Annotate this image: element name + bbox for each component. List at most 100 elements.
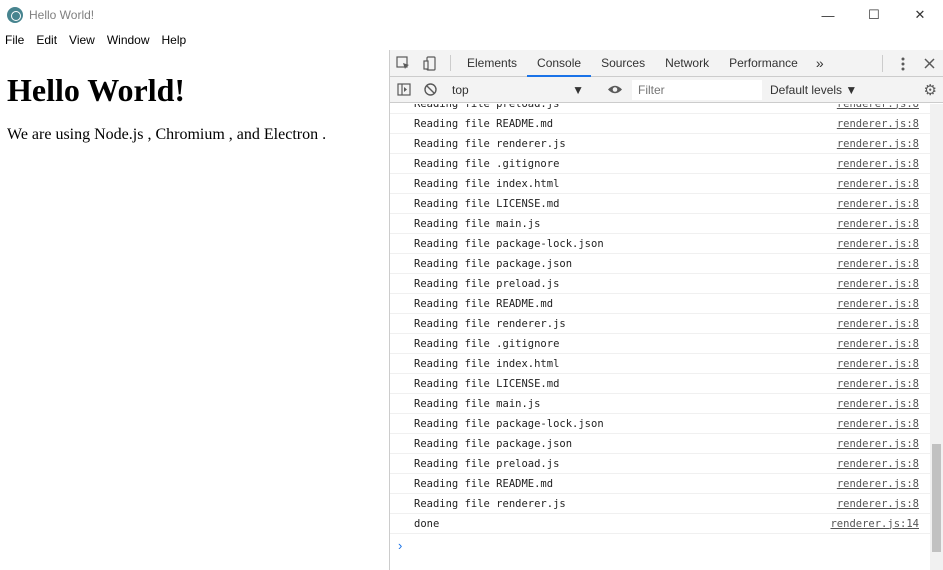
log-message: Reading file renderer.js: [414, 317, 566, 330]
more-tabs-icon[interactable]: »: [808, 50, 832, 76]
log-message: Reading file package-lock.json: [414, 417, 604, 430]
devtools-panel: Elements Console Sources Network Perform…: [389, 50, 943, 570]
show-sidebar-icon[interactable]: [390, 83, 417, 96]
console-log-row: Reading file main.js renderer.js:8: [390, 394, 931, 414]
minimize-button[interactable]: —: [805, 0, 851, 30]
log-source-link[interactable]: renderer.js:8: [837, 338, 919, 350]
maximize-button[interactable]: ☐: [851, 0, 897, 30]
log-message: Reading file renderer.js: [414, 497, 566, 510]
log-source-link[interactable]: renderer.js:8: [837, 418, 919, 430]
log-source-link[interactable]: renderer.js:8: [837, 478, 919, 490]
console-log-row: Reading file README.md renderer.js:8: [390, 294, 931, 314]
log-source-link[interactable]: renderer.js:8: [837, 258, 919, 270]
dropdown-triangle-icon: ▼: [572, 82, 584, 97]
log-message: Reading file preload.js: [414, 277, 560, 290]
console-log-row: Reading file LICENSE.md renderer.js:8: [390, 374, 931, 394]
log-source-link[interactable]: renderer.js:8: [837, 118, 919, 130]
page-content: Hello World! We are using Node.js , Chro…: [0, 50, 389, 570]
log-message: Reading file package-lock.json: [414, 237, 604, 250]
filter-input[interactable]: [632, 79, 762, 100]
log-source-link[interactable]: renderer.js:8: [837, 298, 919, 310]
log-message: Reading file README.md: [414, 117, 554, 130]
tab-performance[interactable]: Performance: [719, 50, 808, 76]
clear-console-icon[interactable]: [417, 83, 444, 96]
log-source-link[interactable]: renderer.js:8: [837, 158, 919, 170]
log-source-link[interactable]: renderer.js:8: [837, 238, 919, 250]
tab-network[interactable]: Network: [655, 50, 719, 76]
menu-edit[interactable]: Edit: [30, 30, 63, 50]
device-toggle-icon[interactable]: [417, 50, 444, 76]
log-message: Reading file main.js: [414, 217, 541, 230]
page-heading: Hello World!: [7, 72, 186, 108]
log-levels-dropdown[interactable]: Default levels ▼: [770, 83, 857, 97]
console-scrollbar[interactable]: [930, 104, 943, 570]
log-source-link[interactable]: renderer.js:8: [837, 178, 919, 190]
log-source-link[interactable]: renderer.js:8: [837, 378, 919, 390]
devtools-actions: [876, 50, 943, 77]
console-toolbar: top ▼ Default levels ▼ ⚙: [390, 77, 943, 103]
kebab-menu-icon[interactable]: [889, 50, 916, 77]
console-log-row: Reading file package.json renderer.js:8: [390, 434, 931, 454]
log-source-link[interactable]: renderer.js:14: [830, 518, 919, 530]
log-source-link[interactable]: renderer.js:8: [837, 498, 919, 510]
scrollbar-thumb[interactable]: [932, 444, 941, 552]
menu-window[interactable]: Window: [101, 30, 156, 50]
log-message: Reading file package.json: [414, 257, 573, 270]
close-button[interactable]: ✕: [897, 0, 943, 30]
log-message: Reading file index.html: [414, 177, 560, 190]
console-log-row: Reading file renderer.js renderer.js:8: [390, 134, 931, 154]
toolbar-divider: [882, 55, 883, 72]
tab-elements[interactable]: Elements: [457, 50, 527, 76]
context-selector[interactable]: top ▼: [448, 80, 588, 100]
console-output: Reading file preload.jsrenderer.js:8Read…: [390, 104, 931, 570]
console-log-row: Reading file renderer.js renderer.js:8: [390, 314, 931, 334]
log-message: Reading file README.md: [414, 297, 554, 310]
console-log-row: Reading file package-lock.json renderer.j…: [390, 234, 931, 254]
menu-view[interactable]: View: [63, 30, 101, 50]
menu-bar: File Edit View Window Help: [0, 30, 192, 50]
log-message: Reading file package.json: [414, 437, 573, 450]
log-source-link[interactable]: renderer.js:8: [837, 278, 919, 290]
log-message: Reading file .gitignore: [414, 157, 560, 170]
live-expression-eye-icon[interactable]: [601, 84, 628, 95]
window-controls: — ☐ ✕: [805, 0, 943, 30]
log-source-link[interactable]: renderer.js:8: [837, 198, 919, 210]
console-prompt[interactable]: ›: [390, 534, 931, 556]
log-source-link[interactable]: renderer.js:8: [837, 398, 919, 410]
menu-help[interactable]: Help: [156, 30, 193, 50]
electron-app-icon: [7, 7, 23, 23]
close-devtools-icon[interactable]: [916, 50, 943, 77]
console-log-row: Reading file preload.js renderer.js:8: [390, 454, 931, 474]
tab-console[interactable]: Console: [527, 50, 592, 77]
log-message: Reading file preload.js: [414, 457, 560, 470]
console-log-row: Reading file .gitignore renderer.js:8: [390, 154, 931, 174]
tab-sources[interactable]: Sources: [591, 50, 655, 76]
log-source-link[interactable]: renderer.js:8: [837, 218, 919, 230]
title-bar: Hello World! — ☐ ✕: [0, 0, 943, 30]
log-message: Reading file .gitignore: [414, 337, 560, 350]
devtools-tab-bar: Elements Console Sources Network Perform…: [390, 50, 943, 77]
console-log-row: Reading file README.md renderer.js:8: [390, 474, 931, 494]
console-log-row: Reading file preload.js renderer.js:8: [390, 104, 931, 114]
console-log-row: Reading file LICENSE.md renderer.js:8: [390, 194, 931, 214]
log-message: done: [414, 517, 440, 530]
log-source-link[interactable]: renderer.js:8: [837, 438, 919, 450]
inspect-element-icon[interactable]: [390, 50, 417, 76]
log-message: Reading file index.html: [414, 357, 560, 370]
console-log-row: Reading file .gitignore renderer.js:8: [390, 334, 931, 354]
toolbar-divider: [450, 55, 451, 71]
gear-icon[interactable]: ⚙: [924, 81, 937, 99]
log-message: Reading file LICENSE.md: [414, 377, 560, 390]
menu-file[interactable]: File: [0, 30, 30, 50]
console-log-row: Reading file package-lock.json renderer.j…: [390, 414, 931, 434]
context-label: top: [452, 82, 469, 97]
log-source-link[interactable]: renderer.js:8: [837, 104, 919, 110]
log-message: Reading file renderer.js: [414, 137, 566, 150]
window-title: Hello World!: [29, 8, 95, 22]
console-log-row: Reading file main.js renderer.js:8: [390, 214, 931, 234]
log-source-link[interactable]: renderer.js:8: [837, 358, 919, 370]
log-message: Reading file LICENSE.md: [414, 197, 560, 210]
log-source-link[interactable]: renderer.js:8: [837, 458, 919, 470]
log-source-link[interactable]: renderer.js:8: [837, 138, 919, 150]
log-source-link[interactable]: renderer.js:8: [837, 318, 919, 330]
